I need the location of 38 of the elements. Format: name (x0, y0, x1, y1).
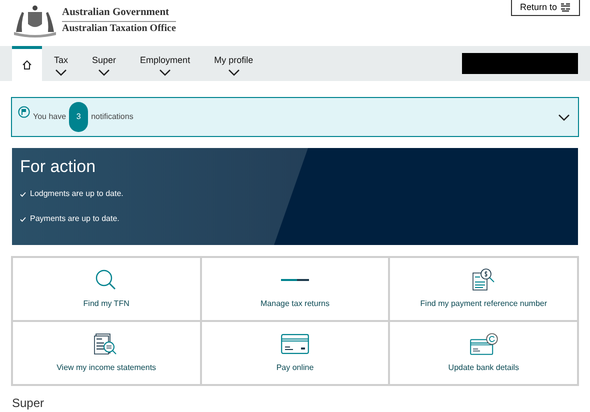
flag-icon (18, 106, 30, 118)
status-text: Lodgments are up to date. (30, 188, 124, 200)
nav-menu-item[interactable]: Employment (128, 46, 202, 81)
nav-menu-item[interactable]: Tax (42, 46, 80, 81)
chevron-down-icon (55, 68, 67, 76)
status-text: Payments are up to date. (30, 213, 120, 225)
section-heading: Super (12, 396, 44, 410)
quick-link-tile[interactable]: Manage tax returns (202, 258, 388, 320)
for-action-title: For action (20, 156, 97, 178)
nav-menu-item[interactable]: My profile (202, 46, 266, 81)
chevron-down-icon (98, 68, 110, 76)
chevron-down-icon (228, 68, 240, 76)
quick-link-tile[interactable]: Pay online (202, 322, 388, 384)
notification-text: notifications (91, 111, 134, 123)
notification-count-badge: 3 (69, 102, 88, 132)
home-icon (22, 60, 32, 70)
loading-bar-icon (280, 278, 309, 282)
agency-name: Australian Taxation Office (62, 22, 176, 36)
credit-card-icon (280, 334, 309, 354)
notification-text: You have (33, 111, 66, 123)
search-icon (95, 269, 118, 291)
quick-link-tile[interactable]: Find my payment reference number (390, 258, 577, 320)
quick-link-tile[interactable]: View my income statements (13, 322, 200, 384)
agency-name: Australian Government (62, 6, 176, 22)
return-to-mygov-button[interactable]: Return to (510, 0, 580, 16)
nav-menu-item[interactable]: Super (80, 46, 128, 81)
chevron-down-icon (159, 68, 172, 76)
chevron-down-icon (558, 114, 570, 120)
coat-of-arms-icon (12, 4, 58, 38)
check-icon (20, 192, 26, 196)
check-icon (20, 216, 26, 222)
documents-search-icon (94, 333, 119, 355)
document-dollar-search-icon (472, 268, 496, 292)
card-refresh-icon (470, 333, 498, 355)
notification-banner[interactable]: You have 3 notifications (11, 97, 579, 137)
quick-link-tile[interactable]: Update bank details (390, 322, 577, 384)
home-tab[interactable] (12, 46, 42, 81)
quick-link-tile[interactable]: Find my TFN (13, 258, 200, 320)
